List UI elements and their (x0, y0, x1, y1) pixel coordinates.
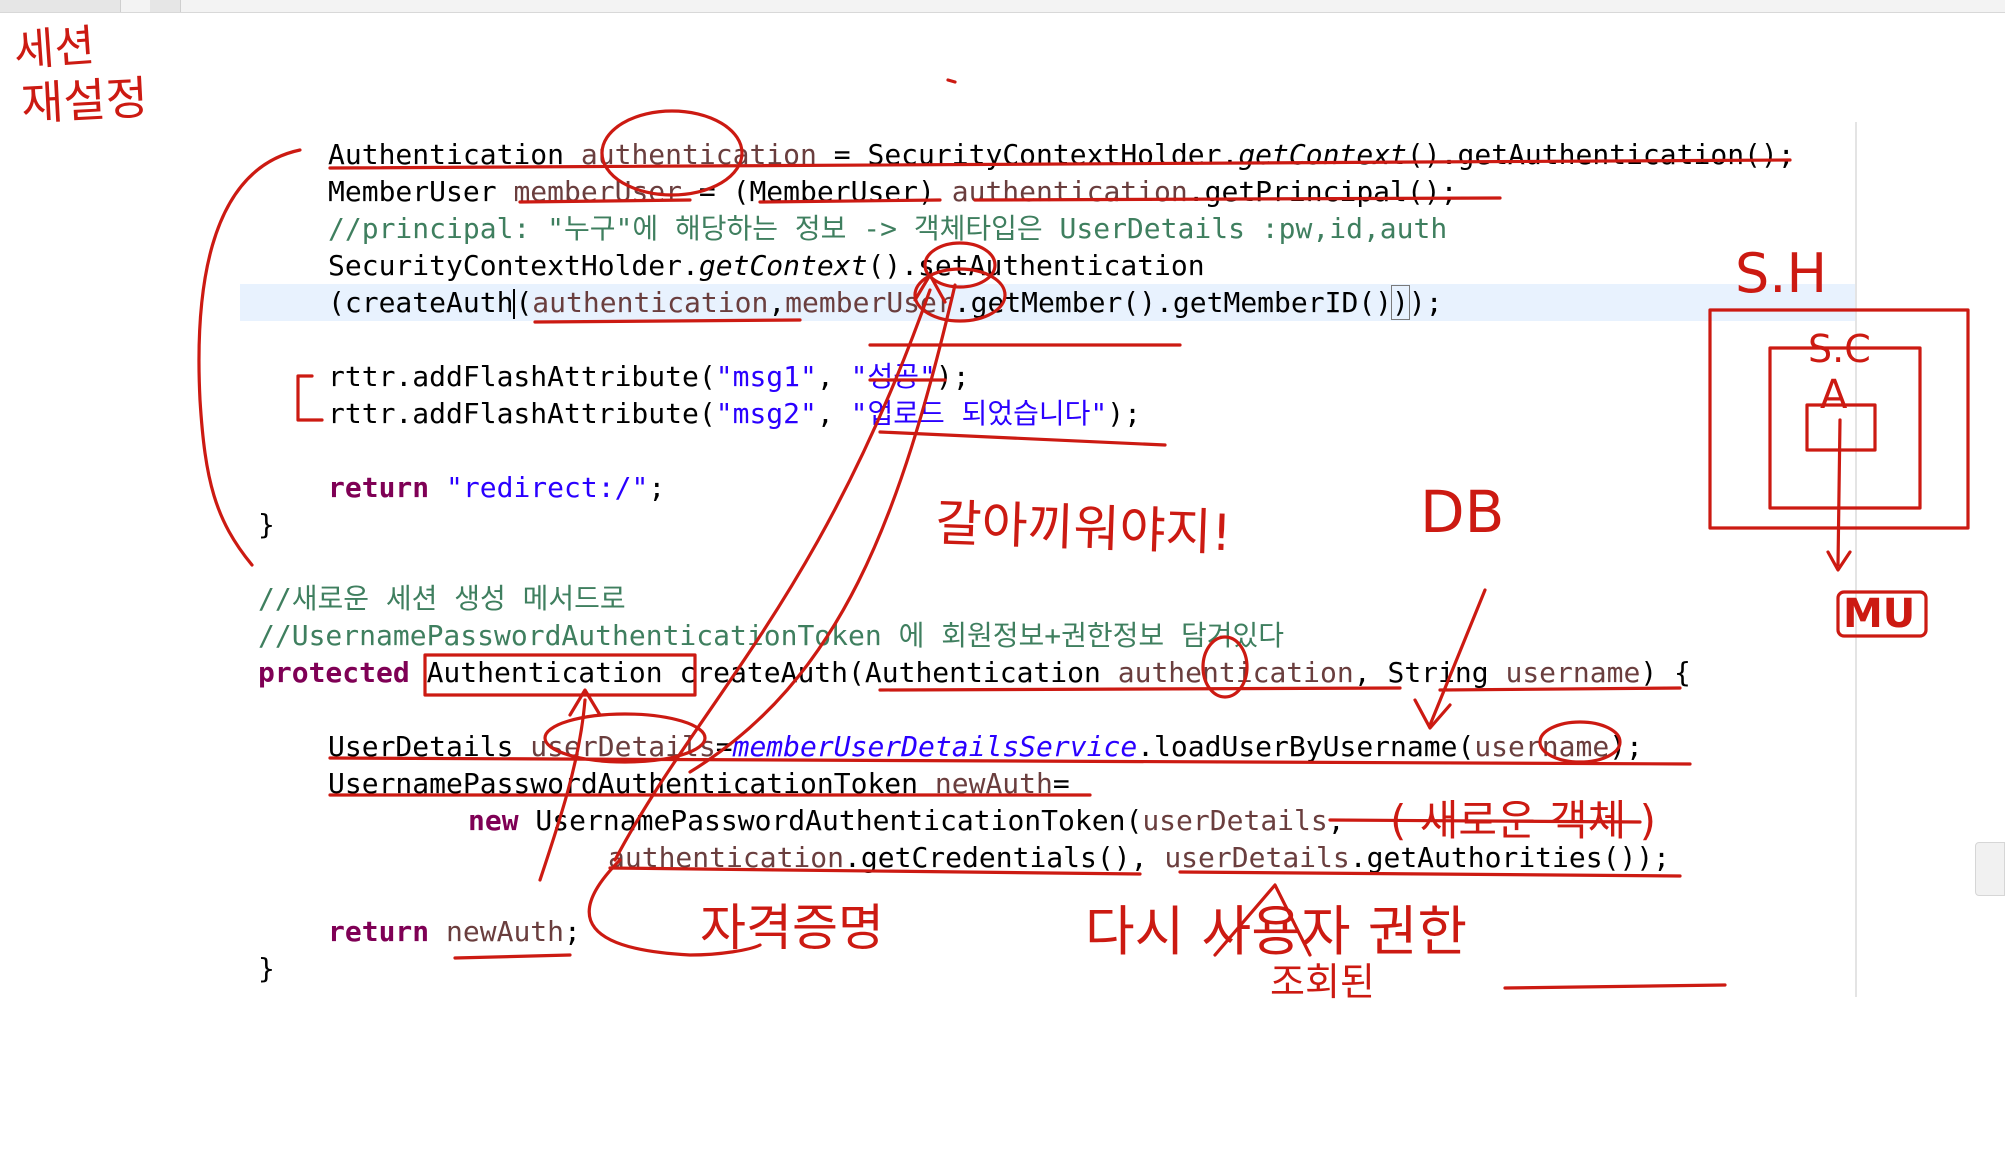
handwritten-again-user-auth: 다시 사용자 권한 (1085, 900, 1467, 963)
underline (608, 866, 1682, 878)
arrowhead (1413, 698, 1452, 730)
underline (328, 756, 1692, 766)
arrow-db (1428, 588, 1487, 727)
underline (328, 158, 1792, 170)
circle-set (923, 241, 997, 289)
box-authentication-type (423, 653, 697, 697)
dot-stroke (946, 78, 957, 84)
handwritten-mu: MU (1843, 591, 1915, 637)
circle-authentication (600, 109, 744, 197)
handwritten-swap-note: 갈아끼워야지! (935, 494, 1233, 562)
underline (518, 196, 1502, 204)
bracket-stroke (296, 374, 324, 422)
arrow-up (538, 698, 587, 882)
handwritten-retrieved: 조회된 (1270, 960, 1375, 1004)
diagram-arrow (1836, 418, 1842, 567)
handwritten-a: A (1820, 372, 1848, 418)
circle-username (1538, 720, 1622, 764)
underline (1328, 818, 1642, 824)
underline (533, 318, 802, 324)
underline (878, 686, 1682, 692)
handwritten-db: DB (1420, 478, 1504, 546)
underline (453, 953, 572, 960)
underline (1503, 983, 1727, 990)
arrow-to-memberuser (613, 288, 932, 862)
handwritten-credential: 자격증명 (700, 899, 884, 957)
handwritten-session-title-2: 재설정 (20, 70, 150, 131)
brace-stroke (197, 148, 302, 567)
pen-annotations: 세션 재설정 갈아끼워야지! DB S.H S.C A MU 자격증명 ( 새로… (12, 20, 1970, 1004)
handwritten-session-title-1: 세션 (12, 20, 96, 77)
arrow-curve-2 (688, 283, 957, 774)
handwritten-sh: S.H (1735, 242, 1827, 305)
